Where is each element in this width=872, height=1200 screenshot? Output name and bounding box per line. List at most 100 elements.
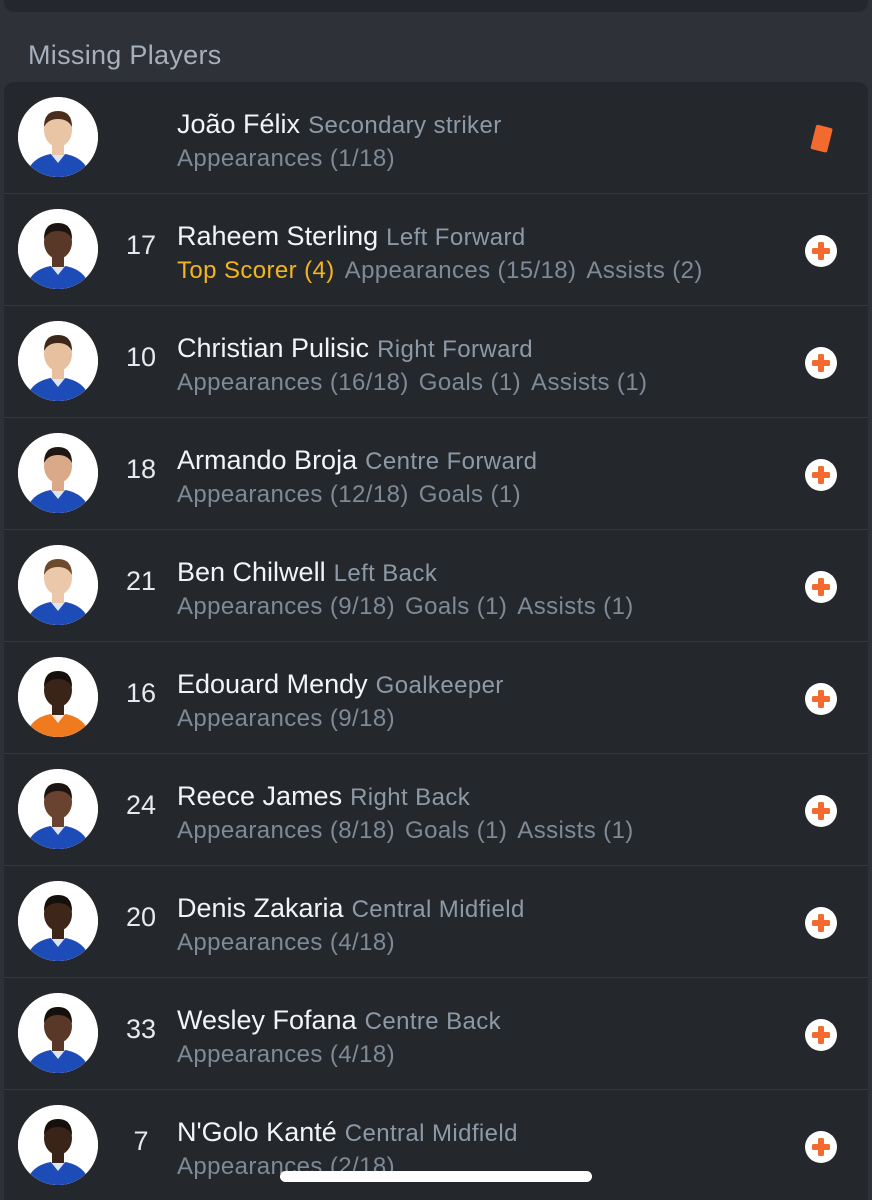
player-position: Centre Back	[364, 1008, 502, 1035]
stat-item: Appearances (15/18)	[344, 257, 577, 284]
player-name-line: Raheem Sterling Left Forward	[177, 221, 526, 252]
player-name-line: Christian Pulisic Right Forward	[177, 333, 533, 364]
player-row[interactable]: 21 Ben Chilwell Left Back Appearances (9/18…	[4, 530, 868, 642]
player-name-line: Ben Chilwell Left Back	[177, 557, 437, 588]
stat-item: Appearances (4/18)	[177, 1041, 395, 1068]
player-name[interactable]: Armando Broja	[177, 445, 357, 475]
section-title: Missing Players	[28, 40, 222, 70]
player-name[interactable]: Denis Zakaria	[177, 893, 344, 923]
stat-item: Goals (1)	[418, 481, 522, 508]
shirt-number: 17	[125, 230, 157, 260]
player-position: Left Forward	[386, 224, 526, 251]
stat-item: Goals (1)	[405, 817, 508, 844]
shirt-number: 21	[125, 566, 157, 596]
player-name-line: Edouard Mendy Goalkeeper	[177, 669, 504, 700]
player-avatar	[18, 657, 98, 737]
injury-icon	[804, 570, 838, 604]
stat-item: Goals (1)	[405, 593, 508, 620]
stat-item: Assists (1)	[517, 817, 634, 844]
stat-item: Assists (1)	[531, 369, 648, 396]
player-stats: Appearances (12/18) Goals (1)	[177, 481, 531, 509]
injury-icon	[804, 794, 838, 828]
player-stats: Appearances (9/18)	[177, 705, 405, 733]
stat-item: Assists (2)	[586, 257, 703, 284]
red-card-icon	[804, 122, 838, 156]
player-stats: Appearances (9/18) Goals (1) Assists (1)	[177, 593, 644, 621]
player-stats: Appearances (4/18)	[177, 929, 405, 957]
player-avatar	[18, 545, 98, 625]
player-avatar	[18, 993, 98, 1073]
injury-icon	[804, 458, 838, 492]
missing-players-screen: Missing Players João Félix Secondary stri…	[0, 0, 872, 1200]
player-position: Right Back	[350, 784, 471, 811]
player-row[interactable]: 24 Reece James Right Back Appearances (8/18…	[4, 754, 868, 866]
player-avatar	[18, 97, 98, 177]
player-row[interactable]: 33 Wesley Fofana Centre Back Appearances (4…	[4, 978, 868, 1090]
shirt-number: 16	[125, 678, 157, 708]
player-position: Central Midfield	[344, 1120, 518, 1147]
injury-icon	[804, 234, 838, 268]
player-row[interactable]: 17 Raheem Sterling Left Forward Top Scorer …	[4, 194, 868, 306]
player-name[interactable]: N'Golo Kanté	[177, 1117, 337, 1147]
stat-item: Appearances (4/18)	[177, 929, 395, 956]
shirt-number: 24	[125, 790, 157, 820]
shirt-number: 18	[125, 454, 157, 484]
shirt-number: 33	[125, 1014, 157, 1044]
player-position: Left Back	[333, 560, 438, 587]
player-avatar	[18, 881, 98, 961]
player-row[interactable]: 18 Armando Broja Centre Forward Appearances…	[4, 418, 868, 530]
stat-item: Appearances (16/18)	[177, 369, 409, 396]
player-row[interactable]: João Félix Secondary striker Appearances (…	[4, 82, 868, 194]
player-row[interactable]: 10 Christian Pulisic Right Forward Appearan…	[4, 306, 868, 418]
player-stats: Appearances (4/18)	[177, 1041, 405, 1069]
player-name-line: Wesley Fofana Centre Back	[177, 1005, 501, 1036]
player-stats: Appearances (8/18) Goals (1) Assists (1)	[177, 817, 644, 845]
player-position: Right Forward	[377, 336, 533, 363]
player-avatar	[18, 433, 98, 513]
shirt-number: 10	[125, 342, 157, 372]
player-position: Secondary striker	[308, 112, 502, 139]
player-name[interactable]: João Félix	[177, 109, 300, 139]
injury-icon	[804, 1130, 838, 1164]
player-row[interactable]: 7 N'Golo Kanté Central Midfield Appearances…	[4, 1090, 868, 1200]
home-indicator[interactable]	[280, 1171, 592, 1182]
player-stats: Appearances (16/18) Goals (1) Assists (1)	[177, 369, 657, 397]
player-position: Centre Forward	[365, 448, 538, 475]
player-name[interactable]: Edouard Mendy	[177, 669, 368, 699]
player-name[interactable]: Raheem Sterling	[177, 221, 378, 251]
stat-item: Assists (1)	[517, 593, 634, 620]
shirt-number: 20	[125, 902, 157, 932]
injury-icon	[804, 346, 838, 380]
player-position: Goalkeeper	[375, 672, 504, 699]
player-avatar	[18, 1105, 98, 1185]
player-name-line: Armando Broja Centre Forward	[177, 445, 537, 476]
injury-icon	[804, 682, 838, 716]
stat-item: Goals (1)	[418, 369, 522, 396]
player-avatar	[18, 769, 98, 849]
player-avatar	[18, 321, 98, 401]
player-name-line: N'Golo Kanté Central Midfield	[177, 1117, 518, 1148]
missing-players-list: João Félix Secondary striker Appearances (…	[4, 82, 868, 1200]
injury-icon	[804, 1018, 838, 1052]
stat-item: Appearances (12/18)	[177, 481, 409, 508]
player-avatar	[18, 209, 98, 289]
top-scorer-badge: Top Scorer (4)	[177, 257, 335, 284]
player-name-line: João Félix Secondary striker	[177, 109, 502, 140]
player-name[interactable]: Reece James	[177, 781, 342, 811]
player-stats: Top Scorer (4) Appearances (15/18) Assists…	[177, 257, 713, 285]
injury-icon	[804, 906, 838, 940]
previous-card-edge	[4, 0, 868, 12]
stat-item: Appearances (1/18)	[177, 145, 395, 172]
player-name[interactable]: Wesley Fofana	[177, 1005, 357, 1035]
player-name[interactable]: Christian Pulisic	[177, 333, 369, 363]
stat-item: Appearances (9/18)	[177, 593, 395, 620]
stat-item: Appearances (8/18)	[177, 817, 395, 844]
shirt-number: 7	[133, 1126, 149, 1156]
player-name-line: Denis Zakaria Central Midfield	[177, 893, 525, 924]
player-stats: Appearances (1/18)	[177, 145, 405, 173]
player-name[interactable]: Ben Chilwell	[177, 557, 326, 587]
player-position: Central Midfield	[351, 896, 525, 923]
player-row[interactable]: 20 Denis Zakaria Central Midfield Appearanc…	[4, 866, 868, 978]
player-row[interactable]: 16 Edouard Mendy Goalkeeper Appearances (9/…	[4, 642, 868, 754]
player-name-line: Reece James Right Back	[177, 781, 470, 812]
